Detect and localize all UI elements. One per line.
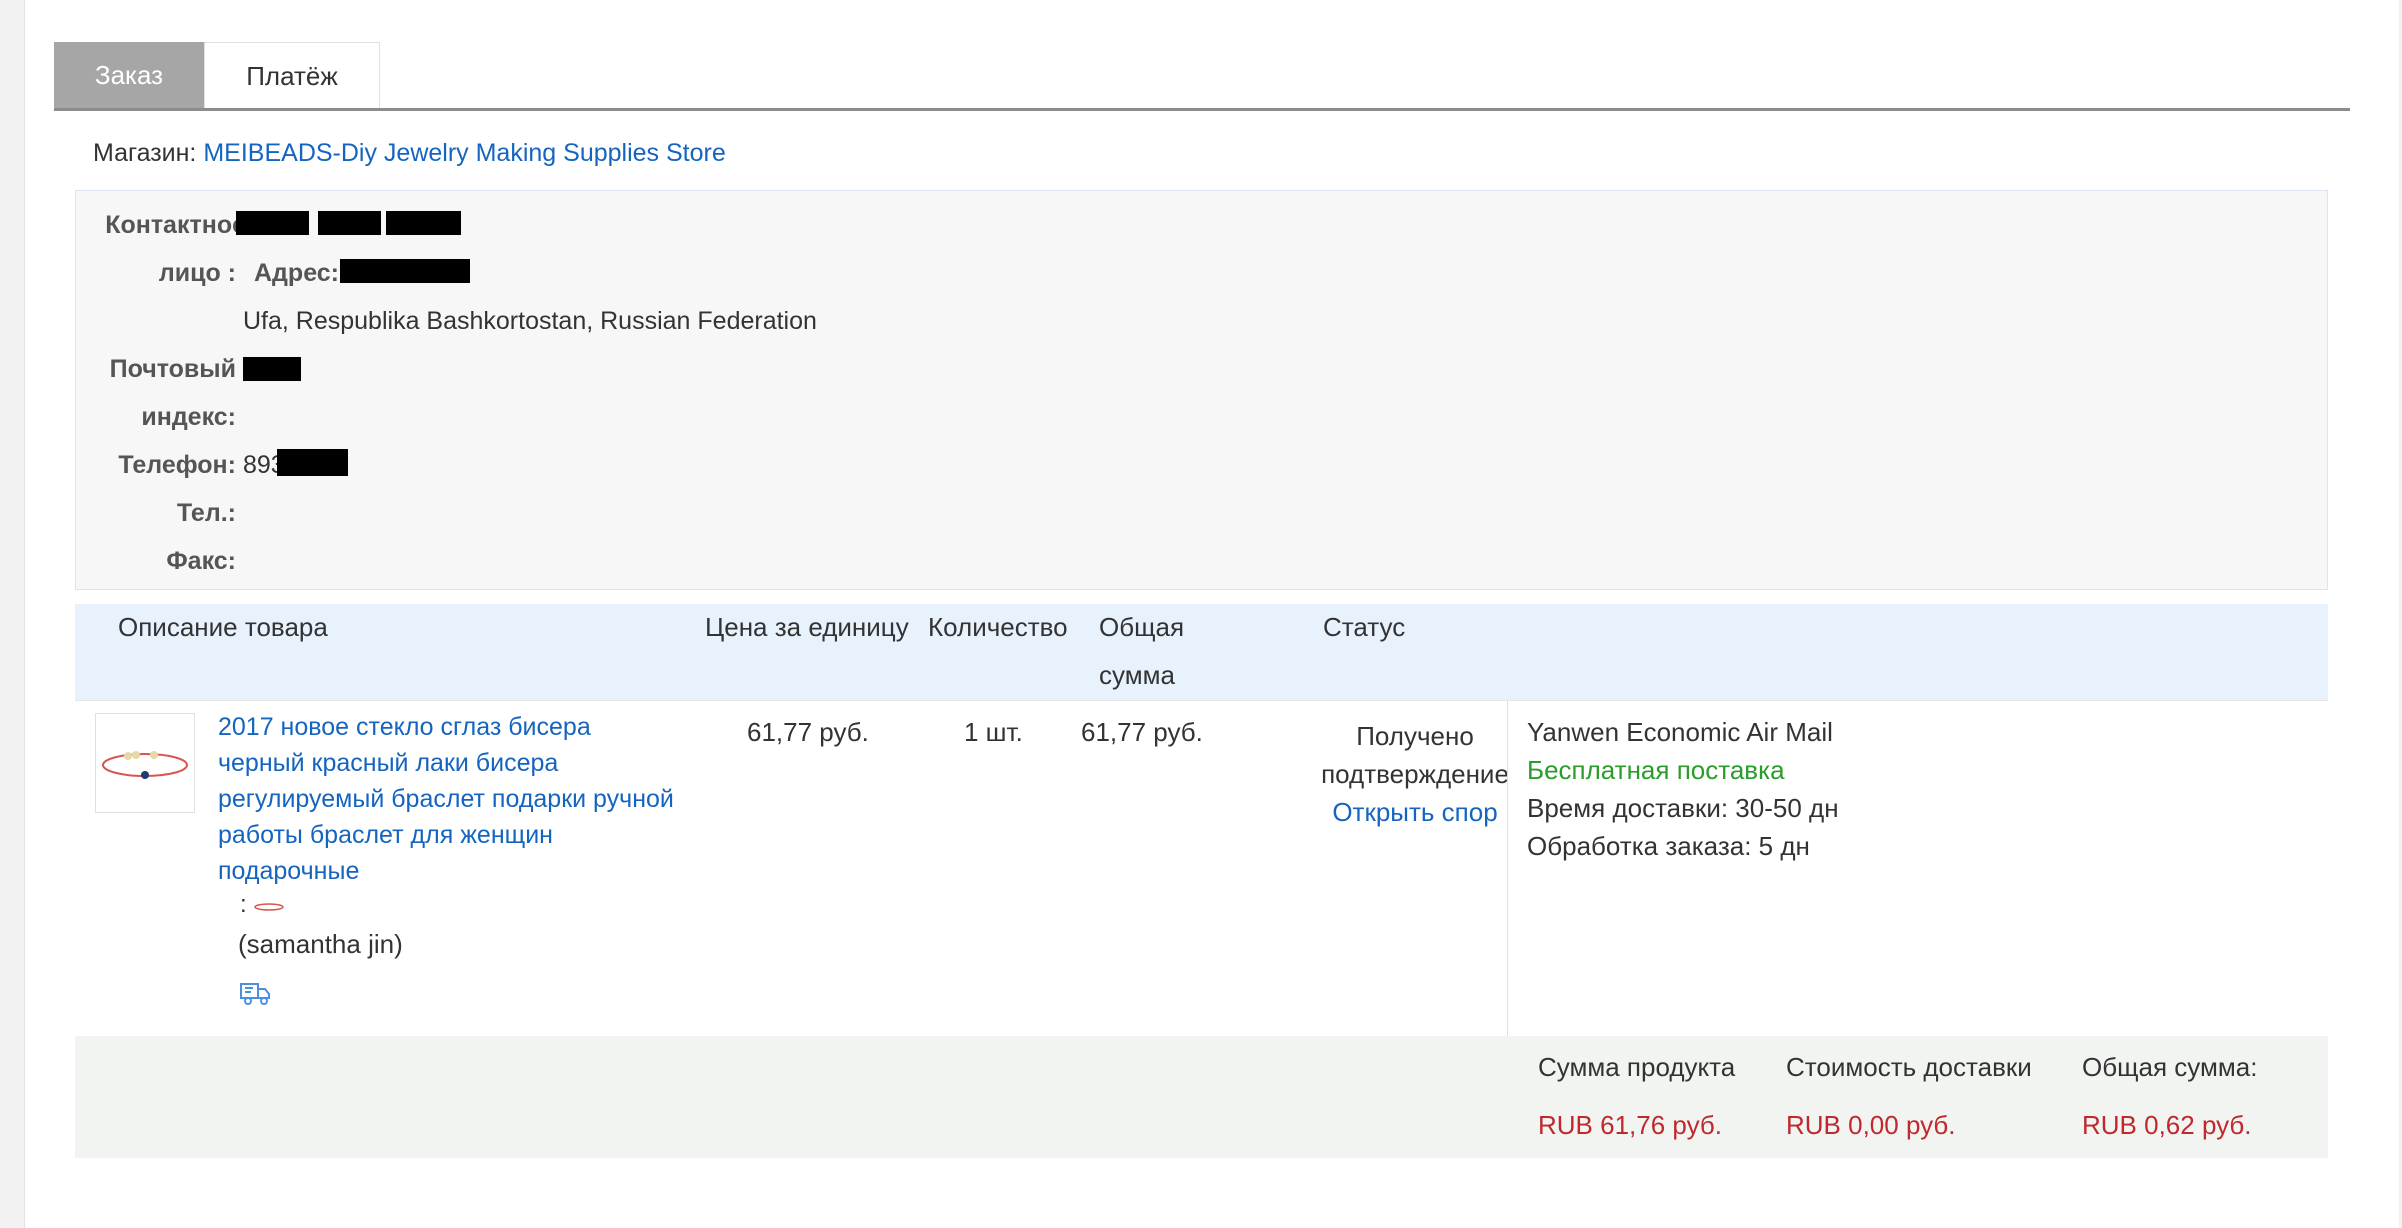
tab-order[interactable]: Заказ xyxy=(54,42,204,108)
tab-payment[interactable]: Платёж xyxy=(204,42,380,108)
variant-swatch-icon xyxy=(254,903,285,911)
product-thumbnail[interactable] xyxy=(95,713,195,813)
variant-prefix: : xyxy=(240,891,247,918)
seller-name: (samantha jin) xyxy=(238,929,403,959)
postal-code-label-1: Почтовый xyxy=(109,355,236,383)
processing-time: Обработка заказа: 5 дн xyxy=(1527,831,1810,861)
store-link[interactable]: MEIBEADS-Diy Jewelry Making Supplies Sto… xyxy=(203,139,725,167)
contact-person-label-1: Контактное xyxy=(105,211,246,239)
fax-label: Факс: xyxy=(166,547,236,575)
shipping-info: Yanwen Economic Air Mail Бесплатная пост… xyxy=(1527,713,1839,865)
header-total-2: сумма xyxy=(1099,660,1175,690)
product-table-header: Описание товара Цена за единицу Количест… xyxy=(75,604,2328,700)
header-unit-price: Цена за единицу xyxy=(705,612,909,642)
item-total: 61,77 руб. xyxy=(1081,717,1203,747)
free-shipping: Бесплатная поставка xyxy=(1527,755,1785,785)
unit-price: 61,77 руб. xyxy=(747,717,869,747)
redacted-address xyxy=(340,259,470,283)
shipping-cost-label: Стоимость доставки xyxy=(1786,1052,2032,1082)
address-label: Адрес: xyxy=(254,259,339,287)
phone-label: Телефон: xyxy=(118,451,236,479)
postal-code-label-2: индекс: xyxy=(141,403,236,431)
order-tabs: Заказ Платёж xyxy=(54,42,2350,111)
store-line: Магазин: MEIBEADS-Diy Jewelry Making Sup… xyxy=(93,139,726,168)
order-details-page: Заказ Платёж Магазин: MEIBEADS-Diy Jewel… xyxy=(24,0,2399,1228)
redacted-postal-code xyxy=(243,357,301,381)
shipping-cost-value: RUB 0,00 руб. xyxy=(1786,1110,1956,1140)
bracelet-image xyxy=(102,751,188,779)
product-title-link[interactable]: 2017 новое стекло сглаз бисера черный кр… xyxy=(218,709,678,889)
delivery-time: Время доставки: 30-50 дн xyxy=(1527,793,1839,823)
redacted-name xyxy=(318,211,381,235)
delivery-truck-icon[interactable] xyxy=(239,981,271,1012)
order-totals: Сумма продукта Стоимость доставки Общая … xyxy=(75,1036,2328,1158)
product-row: 2017 новое стекло сглаз бисера черный кр… xyxy=(75,700,2328,1037)
store-label: Магазин: xyxy=(93,139,197,167)
redacted-name xyxy=(386,211,461,235)
product-sum-value: RUB 61,76 руб. xyxy=(1538,1110,1722,1140)
contact-person-label-2: лицо : xyxy=(158,259,236,287)
total-sum-value: RUB 0,62 руб. xyxy=(2082,1110,2252,1140)
header-status: Статус xyxy=(1323,612,1406,642)
product-sum-label: Сумма продукта xyxy=(1538,1052,1736,1082)
header-description: Описание товара xyxy=(118,612,328,642)
redacted-phone xyxy=(277,449,348,476)
contact-info-panel: Контактное лицо : Адрес: Ufa, Respublika… xyxy=(75,190,2328,590)
redacted-name xyxy=(236,211,309,235)
header-total-1: Общая xyxy=(1099,612,1185,642)
column-divider xyxy=(1507,701,1508,1037)
header-quantity: Количество xyxy=(928,612,1068,642)
address-line-2: Ufa, Respublika Bashkortostan, Russian F… xyxy=(243,307,817,335)
tel-label: Тел.: xyxy=(176,499,236,527)
shipping-method: Yanwen Economic Air Mail xyxy=(1527,717,1833,747)
quantity: 1 шт. xyxy=(964,717,1023,747)
variant-line: : xyxy=(240,891,285,919)
total-sum-label: Общая сумма: xyxy=(2082,1052,2258,1082)
